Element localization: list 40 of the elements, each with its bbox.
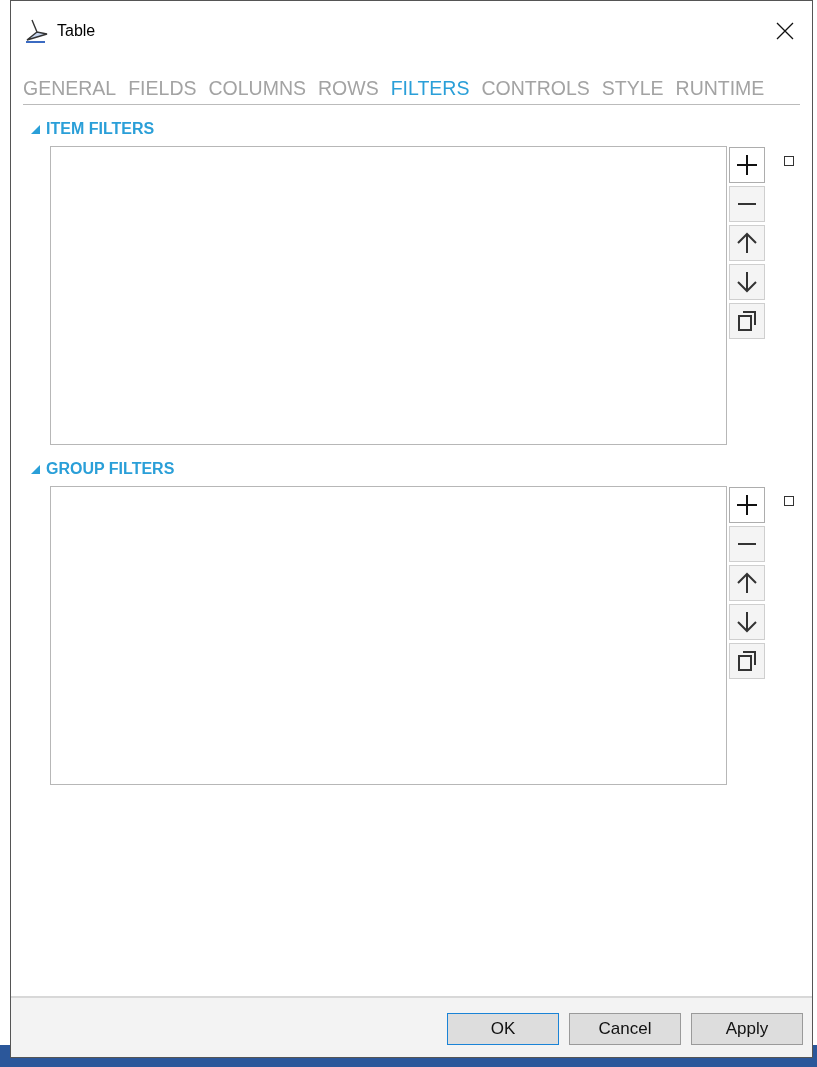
duplicate-button[interactable] xyxy=(729,643,765,679)
copy-icon xyxy=(735,649,759,673)
tab[interactable]: GENERAL xyxy=(23,77,117,100)
window-title: Table xyxy=(57,22,97,40)
tab[interactable]: RUNTIME xyxy=(675,77,765,100)
move-up-button[interactable] xyxy=(729,225,765,261)
down-arrow-icon xyxy=(735,610,759,634)
duplicate-button[interactable] xyxy=(729,303,765,339)
minus-icon xyxy=(737,202,757,206)
expand-arrow-icon[interactable] xyxy=(31,124,40,134)
copy-icon xyxy=(735,309,759,333)
section-title: GROUP FILTERS xyxy=(46,460,175,478)
tab[interactable]: STYLE xyxy=(601,77,664,100)
remove-button[interactable] xyxy=(729,186,765,222)
app-icon xyxy=(23,18,49,44)
move-down-button[interactable] xyxy=(729,604,765,640)
move-up-button[interactable] xyxy=(729,565,765,601)
up-arrow-icon xyxy=(735,231,759,255)
down-arrow-icon xyxy=(735,270,759,294)
tab[interactable]: ROWS xyxy=(318,77,379,100)
tab[interactable]: CONTROLS xyxy=(481,77,590,100)
up-arrow-icon xyxy=(735,571,759,595)
add-button[interactable] xyxy=(729,487,765,523)
tab[interactable]: FIELDS xyxy=(128,77,197,100)
move-down-button[interactable] xyxy=(729,264,765,300)
checkbox[interactable] xyxy=(784,156,794,166)
minus-icon xyxy=(737,542,757,546)
ok-button[interactable]: OK xyxy=(447,1013,559,1045)
remove-button[interactable] xyxy=(729,526,765,562)
tab[interactable]: FILTERS xyxy=(390,77,470,100)
section-title: ITEM FILTERS xyxy=(46,120,155,138)
expand-arrow-icon[interactable] xyxy=(31,464,40,474)
plus-icon xyxy=(735,493,759,517)
cancel-button[interactable]: Cancel xyxy=(569,1013,681,1045)
apply-button[interactable]: Apply xyxy=(691,1013,803,1045)
checkbox[interactable] xyxy=(784,496,794,506)
plus-icon xyxy=(735,153,759,177)
close-icon[interactable] xyxy=(776,22,794,40)
tab[interactable]: COLUMNS xyxy=(208,77,306,100)
add-button[interactable] xyxy=(729,147,765,183)
